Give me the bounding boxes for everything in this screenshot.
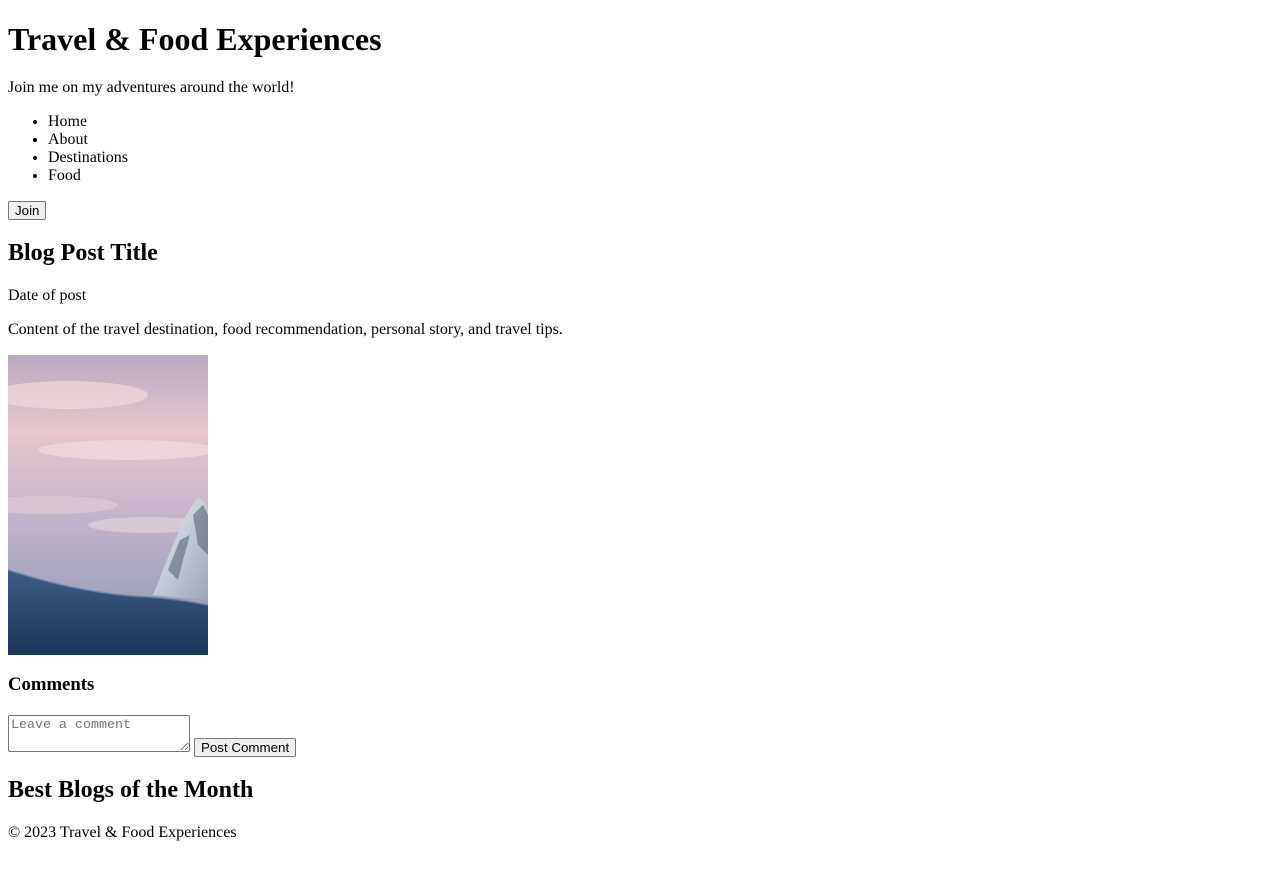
post-title: Blog Post Title bbox=[8, 240, 158, 266]
comments-section: Comments Post Comment bbox=[8, 674, 1272, 757]
post-comment-button[interactable]: Post Comment bbox=[194, 738, 297, 757]
best-blogs-section: Best Blogs of the Month bbox=[8, 777, 1272, 804]
comment-form: Post Comment bbox=[8, 715, 1272, 757]
nav-item-destinations[interactable]: Destinations bbox=[48, 149, 1272, 167]
blog-post: Blog Post Title Date of post Content of … bbox=[8, 240, 1272, 655]
site-footer: © 2023 Travel & Food Experiences bbox=[8, 824, 1272, 842]
page: Travel & Food Experiences Join me on my … bbox=[0, 21, 1280, 842]
site-header: Travel & Food Experiences Join me on my … bbox=[8, 21, 1272, 220]
post-date: Date of post bbox=[8, 287, 87, 304]
site-title: Travel & Food Experiences bbox=[8, 21, 382, 57]
copyright-text: © 2023 Travel & Food Experiences bbox=[8, 824, 237, 841]
main-nav: Home About Destinations Food bbox=[8, 113, 1272, 185]
post-content: Content of the travel destination, food … bbox=[8, 321, 563, 338]
site-tagline: Join me on my adventures around the worl… bbox=[8, 79, 295, 96]
best-blogs-heading: Best Blogs of the Month bbox=[8, 777, 254, 803]
mountain-photo bbox=[8, 355, 208, 655]
nav-item-about[interactable]: About bbox=[48, 131, 1272, 149]
nav-item-food[interactable]: Food bbox=[48, 167, 1272, 185]
comment-input[interactable] bbox=[8, 715, 190, 752]
comments-heading: Comments bbox=[8, 674, 95, 695]
join-button[interactable]: Join bbox=[8, 201, 47, 220]
nav-item-home[interactable]: Home bbox=[48, 113, 1272, 131]
